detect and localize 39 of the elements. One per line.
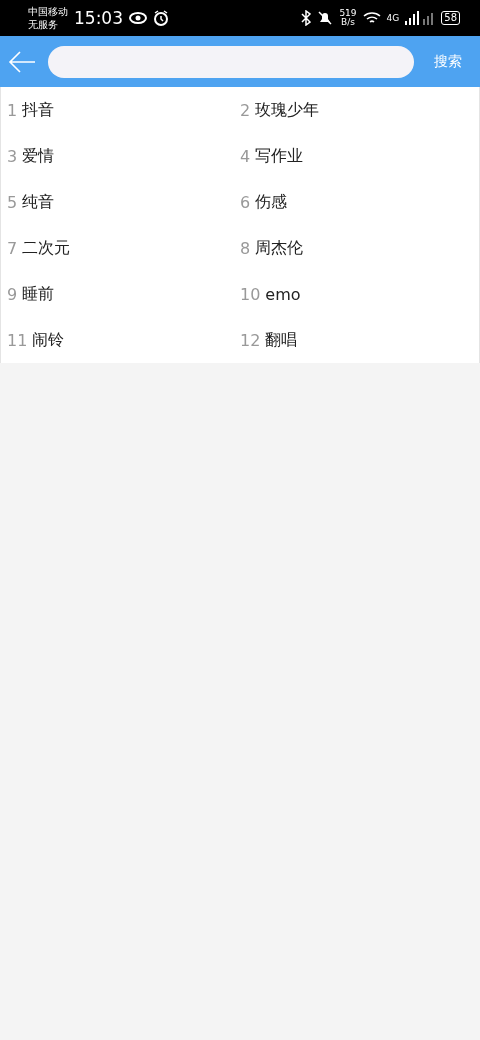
clock: 15:03 — [74, 8, 123, 28]
network-speed: 519 — [339, 9, 357, 18]
suggestion-link[interactable]: 二次元 — [22, 237, 71, 259]
suggestion-link[interactable]: 闹铃 — [32, 329, 65, 351]
rank-number: 6 — [240, 192, 251, 212]
network-type: 4G — [386, 13, 400, 23]
rank-number: 9 — [7, 284, 18, 304]
suggestion-link[interactable]: emo — [265, 284, 301, 304]
suggestion-link[interactable]: 写作业 — [255, 145, 304, 167]
suggestion-link[interactable]: 周杰伦 — [255, 237, 304, 259]
suggestion-link[interactable]: 翻唱 — [265, 329, 298, 351]
battery-level: 58 — [441, 11, 460, 25]
suggestion-link[interactable]: 睡前 — [22, 283, 55, 305]
suggestion-link[interactable]: 伤感 — [255, 191, 288, 213]
rank-number: 4 — [240, 146, 251, 166]
rank-number: 11 — [7, 330, 28, 350]
wifi-icon — [362, 11, 381, 25]
suggestion-link[interactable]: 纯音 — [22, 191, 55, 213]
rank-number: 1 — [7, 100, 18, 120]
suggestion-link[interactable]: 玫瑰少年 — [255, 99, 320, 121]
eye-icon — [129, 12, 147, 24]
alarm-icon — [153, 10, 169, 26]
rank-number: 12 — [240, 330, 261, 350]
rank-number: 3 — [7, 146, 18, 166]
search-field[interactable] — [48, 45, 414, 78]
back-icon[interactable] — [8, 49, 36, 74]
rank-number: 8 — [240, 238, 251, 258]
carrier-name: 中国移动 — [28, 5, 68, 18]
suggestion-link[interactable]: 抖音 — [22, 99, 55, 121]
rank-number: 2 — [240, 100, 251, 120]
signal-icon — [405, 11, 436, 25]
bluetooth-icon — [301, 10, 312, 26]
suggestion-link[interactable]: 爱情 — [22, 145, 55, 167]
rank-number: 10 — [240, 284, 261, 304]
muted-bell-icon — [317, 10, 334, 26]
rank-number: 5 — [7, 192, 18, 212]
speed-unit: B/s — [341, 18, 355, 27]
service-status: 无服务 — [28, 18, 59, 31]
rank-number: 7 — [7, 238, 18, 258]
